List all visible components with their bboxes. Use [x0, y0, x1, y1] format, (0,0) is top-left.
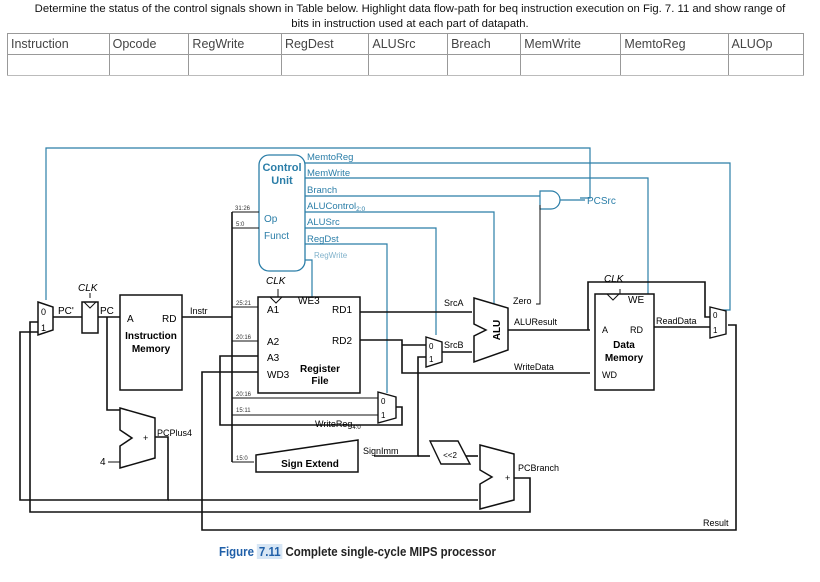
bits-rt2: 20:16: [236, 392, 252, 398]
rd1-label: RD1: [332, 305, 352, 316]
alu-label: ALU: [492, 320, 503, 341]
bits-imm: 15:0: [236, 456, 248, 462]
pc-label: PC: [100, 306, 114, 317]
dmem-we-label: WE: [628, 295, 644, 306]
wd3-label: WD3: [267, 370, 290, 381]
clk-label-dmem: CLK: [604, 274, 625, 285]
sign-extend-label: Sign Extend: [281, 459, 339, 470]
signal-memwrite: MemWrite: [307, 168, 350, 179]
dmem-name: Data: [613, 340, 635, 351]
signal-alucontrol: ALUControl2:0: [307, 201, 366, 213]
imem-a-label: A: [127, 314, 134, 325]
pc-register: [81, 301, 99, 334]
branch-and-gate: [539, 190, 561, 210]
memtoreg-mux-1: 1: [713, 326, 718, 335]
result-label: Result: [703, 518, 729, 528]
rd2-label: RD2: [332, 336, 352, 347]
bits-rs: 25:21: [236, 301, 252, 307]
signal-branch: Branch: [307, 185, 337, 196]
regfile-name: Register: [300, 364, 340, 375]
a2-label: A2: [267, 337, 280, 348]
figure-caption: Figure 7.11 Complete single-cycle MIPS p…: [219, 544, 496, 559]
imem-name-2: Memory: [132, 344, 171, 355]
regdst-mux-0: 0: [381, 397, 386, 406]
writereg-label: WriteReg4:0: [315, 419, 361, 431]
imem-rd-label: RD: [162, 314, 176, 325]
srcb-label: SrcB: [444, 340, 464, 350]
a1-label: A1: [267, 305, 280, 316]
zero-label: Zero: [513, 296, 532, 306]
pcbranch-adder-plus: +: [505, 473, 510, 483]
pcplus4-label: PCPlus4: [157, 428, 192, 438]
caption-text: Complete single-cycle MIPS processor: [285, 544, 496, 559]
mips-datapath-diagram: Control Unit Op Funct MemtoReg MemWrite …: [19, 147, 737, 531]
alusrc-mux-0: 0: [429, 342, 434, 351]
srca-label: SrcA: [444, 298, 464, 308]
signal-memtoreg: MemtoReg: [307, 152, 353, 163]
constant-four: 4: [100, 457, 106, 468]
memtoreg-mux-0: 0: [713, 311, 718, 320]
readdata-label: ReadData: [656, 316, 697, 326]
pcprime-label: PC': [58, 306, 74, 317]
bits-op: 31:26: [235, 206, 251, 212]
pcplus4-adder: [119, 407, 156, 469]
pcsrc-label: PCSrc: [587, 196, 616, 207]
aluresult-label: ALUResult: [514, 317, 558, 327]
regwrite-wire: [305, 259, 313, 297]
signimm-label: SignImm: [363, 446, 399, 456]
regfile-name-2: File: [311, 376, 329, 387]
pc-mux-1: 1: [41, 323, 46, 333]
dmem-wd-label: WD: [602, 370, 617, 380]
we3-label: WE3: [298, 296, 320, 307]
control-unit-title: Control: [262, 162, 301, 174]
writedata-label: WriteData: [514, 362, 554, 372]
bit-field-labels: 31:26 5:0 25:21 20:16 20:16 15:11 15:0: [235, 206, 252, 462]
shift-label: <<2: [443, 451, 457, 460]
memtoreg-wire: [305, 162, 731, 311]
control-unit-title-2: Unit: [271, 175, 293, 187]
dmem-rd-label: RD: [630, 325, 643, 335]
signal-regwrite: RegWrite: [314, 251, 348, 260]
pc-mux-0: 0: [41, 307, 46, 317]
imem-name: Instruction: [125, 331, 177, 342]
dmem-a-label: A: [602, 325, 608, 335]
a3-label: A3: [267, 353, 280, 364]
pc-to-adder-wire: [106, 317, 120, 411]
bits-rd: 15:11: [236, 408, 251, 414]
zero-wire: [536, 205, 541, 305]
caption-figure-word: Figure: [219, 544, 254, 559]
pcplus4-adder-plus: +: [143, 433, 148, 443]
caption-figure-number: 7.11: [257, 544, 283, 559]
writereg-input-wires: [232, 397, 378, 416]
pcbranch-label: PCBranch: [518, 463, 559, 473]
regdst-mux-1: 1: [381, 411, 386, 420]
control-funct-label: Funct: [264, 231, 289, 242]
signal-alusrc: ALUSrc: [307, 217, 340, 228]
instr-label: Instr: [190, 306, 208, 316]
bits-rt: 20:16: [236, 335, 252, 341]
signal-regdst: RegDst: [307, 234, 339, 245]
clk-label-regfile: CLK: [266, 276, 287, 287]
alusrc-mux-1: 1: [429, 355, 434, 364]
bits-funct: 5:0: [236, 222, 245, 228]
dmem-name-2: Memory: [605, 353, 644, 364]
instruction-memory: [119, 294, 183, 391]
control-op-label: Op: [264, 214, 278, 225]
clk-label-pc: CLK: [78, 283, 99, 294]
